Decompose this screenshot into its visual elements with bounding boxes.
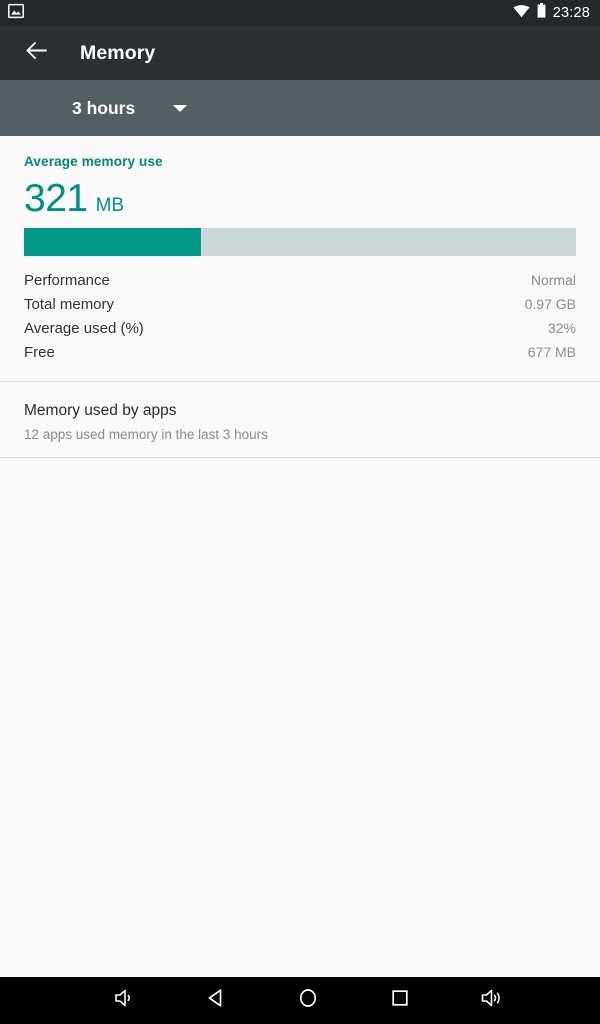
- back-icon: [205, 987, 227, 1014]
- period-selector-bar: 3 hours: [0, 80, 600, 136]
- average-memory-use-value: 321 MB: [0, 169, 600, 219]
- memory-usage-bar-fill: [24, 228, 201, 256]
- stat-value: 32%: [547, 320, 576, 336]
- status-bar-notifications: [8, 3, 24, 24]
- period-spinner[interactable]: 3 hours: [72, 88, 188, 128]
- volume-down-icon: [113, 987, 135, 1014]
- app-toolbar: Memory: [0, 26, 600, 80]
- home-button[interactable]: [262, 977, 354, 1024]
- volume-down-button[interactable]: [78, 977, 170, 1024]
- period-spinner-label: 3 hours: [72, 97, 136, 118]
- status-bar-clock: 23:28: [552, 5, 590, 21]
- table-row: Performance Normal: [24, 272, 576, 296]
- stat-label: Performance: [24, 272, 110, 289]
- divider: [0, 457, 600, 458]
- memory-used-by-apps-title: Memory used by apps: [24, 402, 177, 419]
- recents-icon: [389, 987, 411, 1014]
- stat-value: 677 MB: [527, 344, 576, 360]
- page-title: Memory: [80, 41, 156, 64]
- back-arrow-icon: [24, 38, 49, 68]
- status-bar: 23:28: [0, 0, 600, 26]
- home-icon: [297, 987, 319, 1014]
- stat-label: Free: [24, 344, 55, 361]
- screenshot-image-icon: [8, 3, 24, 24]
- status-bar-system-icons: 23:28: [513, 3, 590, 23]
- memory-stats-list: Performance Normal Total memory 0.97 GB …: [0, 272, 600, 368]
- memory-usage-bar: [24, 228, 576, 256]
- wifi-icon: [513, 4, 530, 23]
- volume-up-button[interactable]: [446, 977, 538, 1024]
- average-memory-unit: MB: [95, 195, 125, 216]
- back-button-nav[interactable]: [170, 977, 262, 1024]
- stat-value: 0.97 GB: [524, 296, 576, 312]
- average-memory-number: 321: [24, 177, 88, 220]
- table-row: Total memory 0.97 GB: [24, 296, 576, 320]
- system-navigation-bar: [0, 977, 600, 1024]
- memory-used-by-apps-subtitle: 12 apps used memory in the last 3 hours: [24, 427, 268, 442]
- memory-used-by-apps-item[interactable]: Memory used by apps 12 apps used memory …: [0, 382, 600, 457]
- back-button[interactable]: [8, 26, 64, 80]
- memory-summary: Average memory use 321 MB: [0, 136, 600, 219]
- chevron-down-icon: [173, 104, 188, 112]
- stat-value: Normal: [530, 272, 576, 288]
- stat-label: Total memory: [24, 296, 115, 313]
- battery-icon: [537, 3, 546, 23]
- recents-button[interactable]: [354, 977, 446, 1024]
- stat-label: Average used (%): [24, 320, 144, 337]
- average-memory-use-caption: Average memory use: [24, 154, 163, 169]
- memory-settings-screen: 23:28 Memory 3 hours Average memory use …: [0, 0, 600, 1024]
- table-row: Average used (%) 32%: [24, 320, 576, 344]
- volume-up-icon: [480, 987, 504, 1014]
- table-row: Free 677 MB: [24, 344, 576, 368]
